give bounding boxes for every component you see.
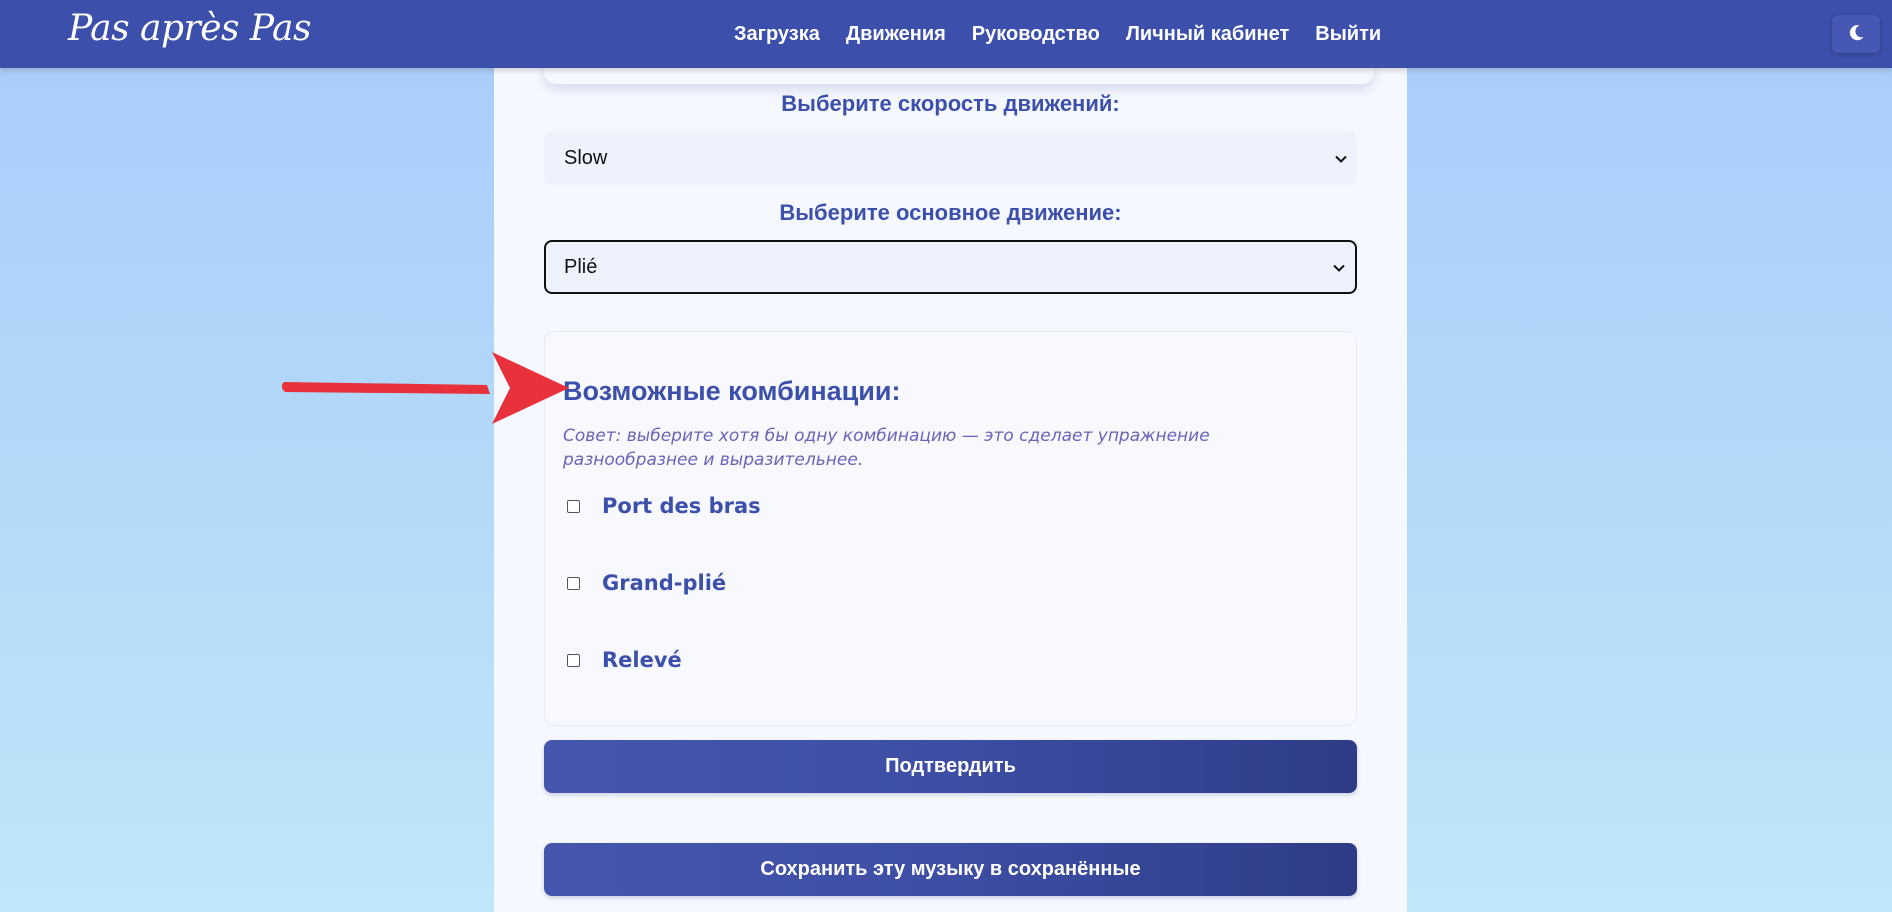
main-nav: Загрузка Движения Руководство Личный каб… <box>734 0 1407 68</box>
nav-link-account[interactable]: Личный кабинет <box>1126 23 1289 46</box>
combinations-title: Возможные комбинации: <box>563 376 901 406</box>
movement-select[interactable]: Plié <box>544 240 1357 294</box>
speed-select-value: Slow <box>564 146 608 169</box>
nav-link-guide[interactable]: Руководство <box>972 23 1100 46</box>
movement-select-value: Plié <box>564 255 598 278</box>
speed-label: Выберите скорость движений: <box>781 91 1120 116</box>
combinations-panel: Возможные комбинации: Совет: выберите хо… <box>544 331 1357 726</box>
nav-link-movements[interactable]: Движения <box>846 23 946 46</box>
combinations-tip: Совет: выберите хотя бы одну комбинацию … <box>563 426 1210 470</box>
main-card: Выберите скорость движений: Slow Выберит… <box>494 0 1407 912</box>
confirm-button[interactable]: Подтвердить <box>544 740 1357 793</box>
combo-label-grand-plie[interactable]: Grand-plié <box>602 571 726 595</box>
theme-toggle-button[interactable] <box>1832 15 1880 53</box>
combo-option-port-des-bras[interactable]: Port des bras <box>567 494 761 518</box>
brand-logo[interactable]: Pas après Pas <box>68 8 311 49</box>
movement-label: Выберите основное движение: <box>779 200 1122 225</box>
chevron-down-icon <box>1335 147 1347 170</box>
combo-option-releve[interactable]: Relevé <box>567 648 682 672</box>
combo-option-grand-plie[interactable]: Grand-plié <box>567 571 726 595</box>
moon-icon <box>1846 23 1866 46</box>
combo-label-port-des-bras[interactable]: Port des bras <box>602 494 761 518</box>
combo-checkbox-releve[interactable] <box>567 653 580 667</box>
combo-label-releve[interactable]: Relevé <box>602 648 682 672</box>
save-music-button[interactable]: Сохранить эту музыку в сохранённые <box>544 843 1357 896</box>
chevron-down-icon <box>1333 256 1345 279</box>
combo-checkbox-port-des-bras[interactable] <box>567 499 580 513</box>
nav-link-upload[interactable]: Загрузка <box>734 23 820 46</box>
speed-select[interactable]: Slow <box>544 131 1357 185</box>
top-navbar: Pas après Pas Загрузка Движения Руководс… <box>0 0 1892 68</box>
nav-link-logout[interactable]: Выйти <box>1315 23 1381 46</box>
combo-checkbox-grand-plie[interactable] <box>567 576 580 590</box>
annotation-arrow-icon <box>282 352 569 424</box>
